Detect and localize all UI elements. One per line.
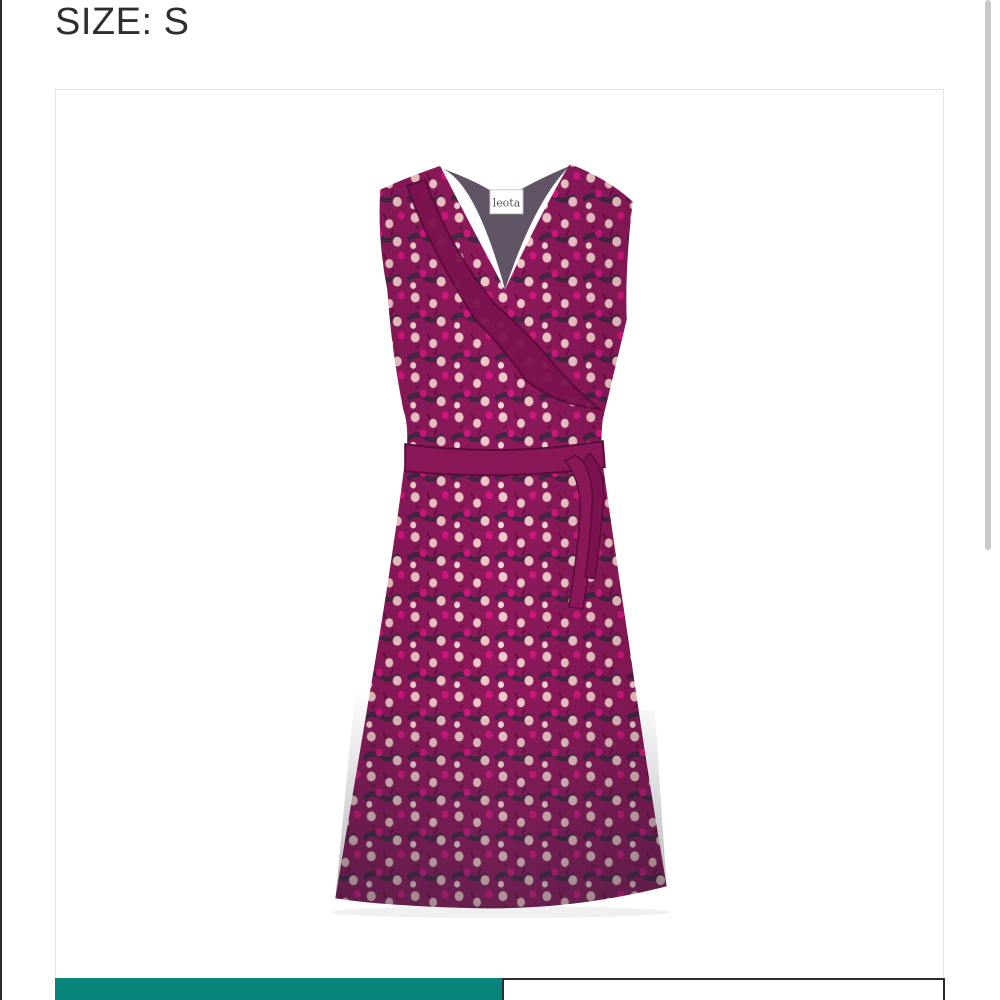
secondary-action-button[interactable] — [502, 978, 945, 1000]
size-label: SIZE: S — [55, 1, 190, 43]
scrollbar-thumb[interactable] — [985, 0, 991, 550]
product-detail-page: SIZE: S leota — [0, 0, 1000, 1000]
dress-image: leota — [331, 163, 671, 919]
action-bar — [55, 978, 945, 1000]
primary-action-button[interactable] — [55, 978, 502, 1000]
brand-tag: leota — [493, 197, 521, 210]
window-edge — [0, 0, 2, 1000]
product-image-card[interactable]: leota — [55, 89, 944, 989]
